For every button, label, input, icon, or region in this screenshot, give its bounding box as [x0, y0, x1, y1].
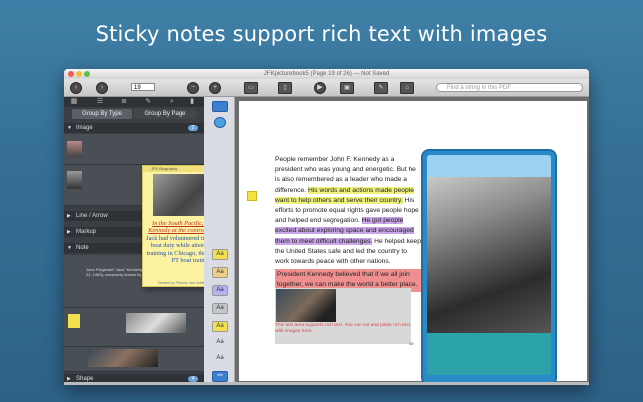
image-thumbnail — [67, 171, 82, 189]
disclosure-down-icon: ▼ — [67, 125, 72, 131]
image-thumbnail — [88, 349, 158, 367]
slideshow-icon[interactable]: ▣ — [340, 82, 354, 94]
disclosure-down-icon: ▼ — [67, 245, 72, 251]
image-thumbnail — [126, 313, 186, 333]
page-number-label: 19 — [409, 341, 414, 346]
page-number-input[interactable]: 19 — [131, 83, 155, 91]
two-page-icon[interactable]: ▯ — [278, 82, 292, 94]
annotation-style-rail: Aa Aa Aa Aa Aa Aa Aa ⚯ — [204, 97, 235, 385]
device-top-band — [427, 155, 551, 177]
pdf-page: People remember John F. Kennedy as a pre… — [239, 101, 587, 385]
annotate-icon[interactable]: ✎ — [374, 82, 388, 94]
pencil-icon[interactable]: ✎ — [144, 98, 152, 106]
count-badge: 2 — [188, 125, 198, 131]
image-thumbnail — [67, 141, 82, 157]
pen-style-swatch[interactable] — [212, 101, 228, 112]
headline: Sticky notes support rich text with imag… — [95, 22, 548, 46]
disclosure-right-icon: ▶ — [67, 213, 71, 219]
forward-button[interactable]: › — [96, 82, 108, 94]
style-aa-orange[interactable]: Aa — [212, 267, 228, 278]
style-aa-gray[interactable]: Aa — [212, 303, 228, 314]
sidebar-toolbar: ▦ ☰ ≣ ✎ ⌕ ▮ — [64, 97, 204, 107]
status-bar — [64, 382, 589, 385]
window-title: JFKpicturebook5 (Page 19 of 26) — Not Sa… — [263, 71, 390, 77]
section-image[interactable]: ▼ Image 2 — [64, 123, 204, 133]
style-aa-plain-2[interactable]: Aa — [212, 353, 228, 364]
style-aa-yellow-2[interactable]: Aa — [212, 321, 228, 332]
document-area: People remember John F. Kennedy as a pre… — [235, 97, 589, 385]
titlebar: JFKpicturebook5 (Page 19 of 26) — Not Sa… — [64, 69, 589, 79]
app-window: JFKpicturebook5 (Page 19 of 26) — Not Sa… — [64, 69, 589, 385]
toolbar: ‹ › 19 − + ▭ ▯ ▶ ▣ ✎ ⌂ Find a string in … — [64, 79, 589, 97]
thumbnails-icon[interactable]: ▦ — [70, 98, 78, 106]
tag-icon[interactable]: ⌂ — [400, 82, 414, 94]
list-icon[interactable]: ≣ — [120, 98, 128, 106]
search-icon[interactable]: ⌕ — [168, 98, 176, 106]
style-aa-plain[interactable]: Aa — [212, 337, 228, 348]
zoom-out-button[interactable]: − — [187, 82, 199, 94]
single-page-icon[interactable]: ▭ — [244, 82, 258, 94]
list-item[interactable] — [64, 134, 204, 165]
close-window-button[interactable] — [68, 71, 74, 77]
device-image-frame[interactable] — [421, 149, 557, 385]
group-by-page-segment[interactable]: Group By Page — [134, 109, 196, 119]
kennedy-portrait — [427, 177, 551, 333]
graduates-photo — [276, 289, 336, 322]
play-button[interactable]: ▶ — [314, 82, 326, 94]
list-item[interactable] — [64, 347, 204, 372]
list-item[interactable] — [64, 308, 204, 347]
zoom-window-button[interactable] — [84, 71, 90, 77]
page-body-text: People remember John F. Kennedy as a pre… — [275, 155, 421, 292]
zoom-in-button[interactable]: + — [209, 82, 221, 94]
style-aa-yellow[interactable]: Aa — [212, 249, 228, 260]
search-input[interactable]: Find a string in this PDF — [436, 83, 583, 92]
disclosure-right-icon: ▶ — [67, 229, 71, 235]
annotations-sidebar: ▦ ☰ ≣ ✎ ⌕ ▮ Group By Type Group By Page … — [64, 97, 242, 385]
bookmark-icon[interactable]: ▮ — [188, 98, 196, 106]
rich-text-image-box[interactable] — [275, 288, 411, 344]
back-button[interactable]: ‹ — [70, 82, 82, 94]
sticky-note-icon — [68, 314, 80, 328]
circle-style-swatch[interactable] — [214, 117, 226, 128]
sticky-note-icon[interactable] — [247, 191, 257, 201]
rich-text-caption: This text area supports rich text. You c… — [275, 323, 410, 334]
device-bottom-band — [427, 333, 551, 375]
link-icon[interactable]: ⚯ — [212, 371, 228, 382]
group-by-type-segment[interactable]: Group By Type — [72, 109, 132, 119]
outline-icon[interactable]: ☰ — [96, 98, 104, 106]
minimize-window-button[interactable] — [76, 71, 82, 77]
style-aa-purple[interactable]: Aa — [212, 285, 228, 296]
